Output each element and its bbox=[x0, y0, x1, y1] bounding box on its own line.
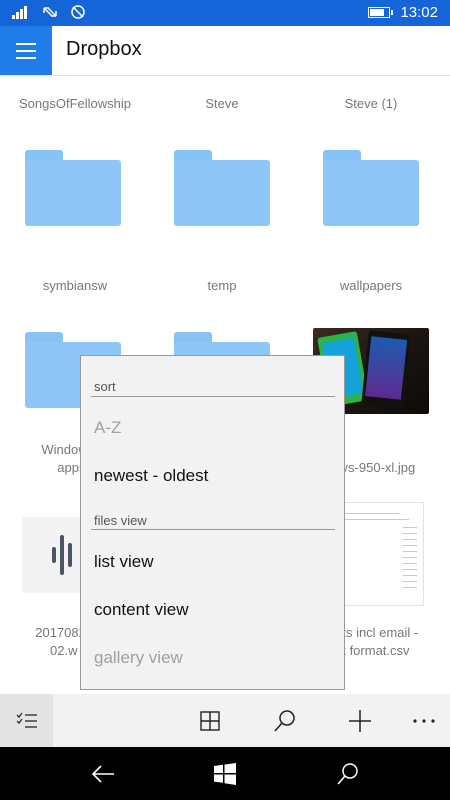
menu-item-content-view[interactable]: content view bbox=[94, 600, 189, 620]
grid-item-label[interactable]: SongsOfFellowship bbox=[0, 95, 150, 113]
add-icon bbox=[349, 709, 371, 732]
start-button[interactable] bbox=[195, 747, 255, 800]
data-transfer-icon bbox=[43, 7, 57, 17]
files-view-heading: files view bbox=[94, 513, 147, 528]
add-button[interactable] bbox=[335, 694, 385, 747]
quiet-hours-icon bbox=[71, 5, 85, 19]
grid-item-label[interactable]: Steve (1) bbox=[296, 95, 446, 113]
more-icon bbox=[413, 718, 435, 723]
menu-item-list-view[interactable]: list view bbox=[94, 552, 154, 572]
grid-item-label[interactable]: 0-vs-950-xl.jpg bbox=[330, 459, 450, 477]
page-title: Dropbox bbox=[66, 38, 142, 60]
status-bar: 13:02 bbox=[0, 0, 450, 26]
folder-icon[interactable] bbox=[323, 150, 419, 228]
navigation-bar bbox=[0, 747, 450, 800]
hamburger-menu-button[interactable] bbox=[0, 26, 52, 75]
system-search-button[interactable] bbox=[318, 747, 378, 800]
folder-icon[interactable] bbox=[174, 150, 270, 228]
grid-item-label[interactable]: wallpapers bbox=[296, 277, 446, 295]
sort-heading: sort bbox=[94, 379, 116, 394]
grid-view-button[interactable] bbox=[185, 694, 235, 747]
grid-item-label[interactable]: symbiansw bbox=[0, 277, 150, 295]
windows-icon bbox=[214, 762, 236, 785]
select-icon bbox=[16, 712, 37, 728]
menu-item-gallery-view[interactable]: gallery view bbox=[94, 648, 183, 668]
battery-icon bbox=[368, 7, 394, 18]
back-button[interactable] bbox=[73, 747, 133, 800]
grid-view-icon bbox=[200, 710, 220, 731]
folder-icon[interactable] bbox=[25, 150, 121, 228]
menu-item-sort-az[interactable]: A-Z bbox=[94, 418, 121, 438]
grid-item-label[interactable]: Steve bbox=[147, 95, 297, 113]
search-icon bbox=[337, 762, 358, 785]
back-icon bbox=[91, 764, 114, 783]
divider bbox=[91, 529, 335, 530]
grid-item-label[interactable]: temp bbox=[147, 277, 297, 295]
document-thumbnail[interactable] bbox=[332, 502, 424, 606]
search-icon bbox=[274, 709, 295, 732]
select-button[interactable] bbox=[0, 694, 53, 747]
menu-item-sort-newest[interactable]: newest - oldest bbox=[94, 466, 208, 486]
signal-icon bbox=[12, 6, 27, 19]
search-button[interactable] bbox=[260, 694, 310, 747]
view-options-menu: sort A-Z newest - oldest files view list… bbox=[80, 355, 345, 690]
clock: 13:02 bbox=[400, 4, 438, 21]
app-header: Dropbox bbox=[0, 26, 450, 76]
more-button[interactable] bbox=[399, 694, 449, 747]
divider bbox=[91, 396, 335, 397]
app-bar bbox=[0, 694, 450, 747]
